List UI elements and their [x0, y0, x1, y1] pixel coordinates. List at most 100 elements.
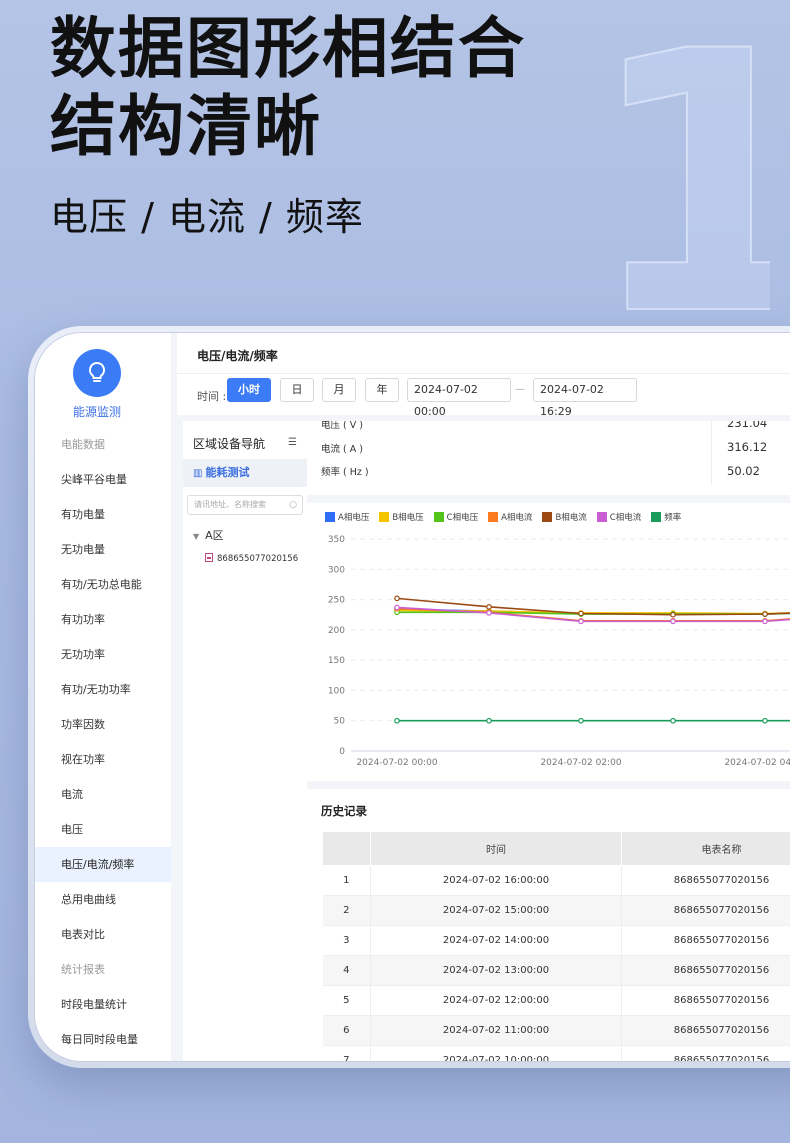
sidebar-item[interactable]: 每日同时段电量	[35, 1022, 171, 1057]
table-row[interactable]: 7 2024-07-02 10:00:00 868655077020156	[322, 1045, 790, 1061]
table-row[interactable]: 1 2024-07-02 16:00:00 868655077020156	[322, 865, 790, 896]
sidebar-item[interactable]: 视在功率	[35, 742, 171, 777]
legend-label: C相电流	[609, 513, 642, 523]
sidebar-item[interactable]: 有功功率	[35, 602, 171, 637]
legend-swatch	[651, 512, 662, 522]
data-point	[394, 717, 400, 724]
meter-icon	[205, 553, 213, 562]
day-button[interactable]: 日	[280, 378, 314, 402]
headline-line-1: 数据图形相结合	[50, 10, 526, 87]
sidebar-item[interactable]: 有功/无功总电能	[35, 567, 171, 602]
month-button[interactable]: 月	[322, 378, 356, 402]
sidebar-group-label: 统计报表	[61, 963, 105, 976]
sidebar-item[interactable]: 电表对比	[35, 917, 171, 952]
sidebar-item[interactable]: 有功/无功功率	[35, 672, 171, 707]
data-point	[486, 604, 492, 610]
sidebar: 能源监测 电能数据 尖峰平谷电量 有功电量 无功电量 有功/无功总电能 有功功率 无功功率有…	[35, 333, 171, 1061]
legend-item[interactable]: B相电流	[542, 511, 587, 523]
year-button[interactable]: 年	[365, 378, 399, 402]
sidebar-item[interactable]: 时段电量统计	[35, 987, 171, 1022]
sidebar-item[interactable]: 无功功率	[35, 637, 171, 672]
tree-node-label: A区	[205, 529, 224, 542]
app-window: 能源监测 电能数据 尖峰平谷电量 有功电量 无功电量 有功/无功总电能 有功功率 无功功率有…	[34, 332, 790, 1062]
main-area: 电压/电流/频率 时间 : 小时 日 月 年 2024-07-02 00:00 …	[177, 333, 790, 1061]
metric-value: 316.12	[727, 440, 768, 454]
sidebar-item[interactable]: 尖峰平谷电量	[35, 462, 171, 497]
collapse-icon[interactable]: ☰	[288, 437, 297, 448]
table-header-row: 时间 电表名称	[322, 831, 790, 866]
end-date-input[interactable]: 2024-07-02 16:29	[533, 378, 637, 418]
x-tick-label: 2024-07-02 04:00	[724, 758, 790, 768]
app-logo-text: 能源监测	[72, 405, 121, 419]
data-point	[578, 618, 584, 625]
table-cell: 4	[322, 955, 371, 986]
history-title: 历史记录	[321, 804, 367, 818]
search-input[interactable]: 请讯地址、名称搜索 ○	[187, 495, 303, 515]
divider	[711, 421, 712, 485]
sidebar-item[interactable]: 无功电量	[35, 532, 171, 567]
promo-subline: 电压 / 电流 / 频率	[50, 195, 364, 239]
legend-swatch	[488, 512, 499, 522]
table-row[interactable]: 4 2024-07-02 13:00:00 868655077020156	[322, 955, 790, 986]
y-tick-label: 300	[328, 565, 345, 575]
tree-node-area[interactable]: ▼ A区	[193, 527, 224, 543]
legend-item[interactable]: B相电压	[379, 511, 424, 523]
hour-button[interactable]: 小时	[227, 378, 271, 402]
page-title: 电压/电流/频率	[197, 349, 278, 363]
legend-item[interactable]: A相电压	[325, 511, 369, 523]
date-range-dash: —	[515, 384, 525, 395]
table-cell: 2	[322, 895, 371, 926]
sidebar-item[interactable]: 功率因数	[35, 707, 171, 742]
legend-swatch	[325, 512, 335, 522]
legend-label: 频率	[664, 513, 682, 523]
lightbulb-icon	[73, 349, 121, 397]
y-tick-label: 50	[334, 717, 346, 727]
table-cell: 6	[322, 1015, 371, 1046]
y-tick-label: 150	[328, 656, 345, 666]
legend-item[interactable]: C相电压	[433, 511, 478, 523]
start-date-input[interactable]: 2024-07-02 00:00	[407, 378, 511, 418]
data-point	[670, 717, 676, 724]
legend-swatch	[433, 512, 444, 522]
legend-item[interactable]: C相电流	[596, 511, 642, 523]
table-cell: 2024-07-02 10:00:00	[370, 1045, 622, 1061]
data-point	[762, 717, 768, 724]
table-cell: 868655077020156	[621, 925, 790, 956]
sidebar-item[interactable]: 有功电量	[35, 497, 171, 532]
sidebar-item[interactable]: 电压/电流/频率	[35, 847, 171, 882]
chart-card: A相电压 B相电压 C相电压 A相电流 B相电流 C相电流 频率 0 50 100 150 200 2…	[307, 503, 790, 781]
tree-leaf-meter[interactable]: 868655077020156	[205, 553, 298, 564]
tab-label: 能耗测试	[205, 466, 250, 479]
sidebar-item[interactable]: 电压	[35, 812, 171, 847]
data-point	[670, 611, 676, 618]
data-point	[670, 618, 676, 625]
data-point	[762, 618, 768, 625]
data-point	[486, 610, 492, 616]
metric-label: 电流 ( A )	[321, 444, 363, 455]
sidebar-nav: 电能数据 尖峰平谷电量 有功电量 无功电量 有功/无功总电能 有功功率 无功功率 有功/无功功…	[35, 427, 171, 1057]
table-cell: 2024-07-02 11:00:00	[370, 1015, 622, 1046]
decorative-number: 1	[585, 40, 770, 330]
legend-item[interactable]: A相电流	[488, 511, 532, 523]
search-placeholder: 请讯地址、名称搜索	[194, 500, 266, 509]
device-nav-panel: 区域设备导航 ☰ ▥ 能耗测试 请讯地址、名称搜索 ○ ▼ A区 868655077…	[183, 421, 307, 1061]
table-row[interactable]: 3 2024-07-02 14:00:00 868655077020156	[322, 925, 790, 956]
table-row[interactable]: 2 2024-07-02 15:00:00 868655077020156	[322, 895, 790, 926]
sidebar-item[interactable]: 总用电曲线	[35, 882, 171, 917]
bar-chart-icon: ▥	[193, 468, 203, 479]
table-row[interactable]: 6 2024-07-02 11:00:00 868655077020156	[322, 1015, 790, 1046]
tab-energy-test[interactable]: ▥ 能耗测试	[183, 459, 307, 487]
y-tick-label: 100	[328, 686, 345, 696]
table-cell: 2024-07-02 15:00:00	[370, 895, 622, 926]
table-row[interactable]: 5 2024-07-02 12:00:00 868655077020156	[322, 985, 790, 1016]
legend-swatch	[379, 512, 390, 522]
table-cell: 2024-07-02 14:00:00	[370, 925, 622, 956]
table-cell: 868655077020156	[621, 1015, 790, 1046]
table-cell: 2024-07-02 16:00:00	[370, 865, 622, 896]
divider	[177, 373, 790, 374]
legend-item[interactable]: 频率	[651, 511, 681, 523]
sidebar-item[interactable]: 电流	[35, 777, 171, 812]
x-tick-label: 2024-07-02 02:00	[540, 758, 621, 768]
table-cell: 868655077020156	[621, 865, 790, 896]
column-header: 电表名称	[621, 831, 790, 866]
